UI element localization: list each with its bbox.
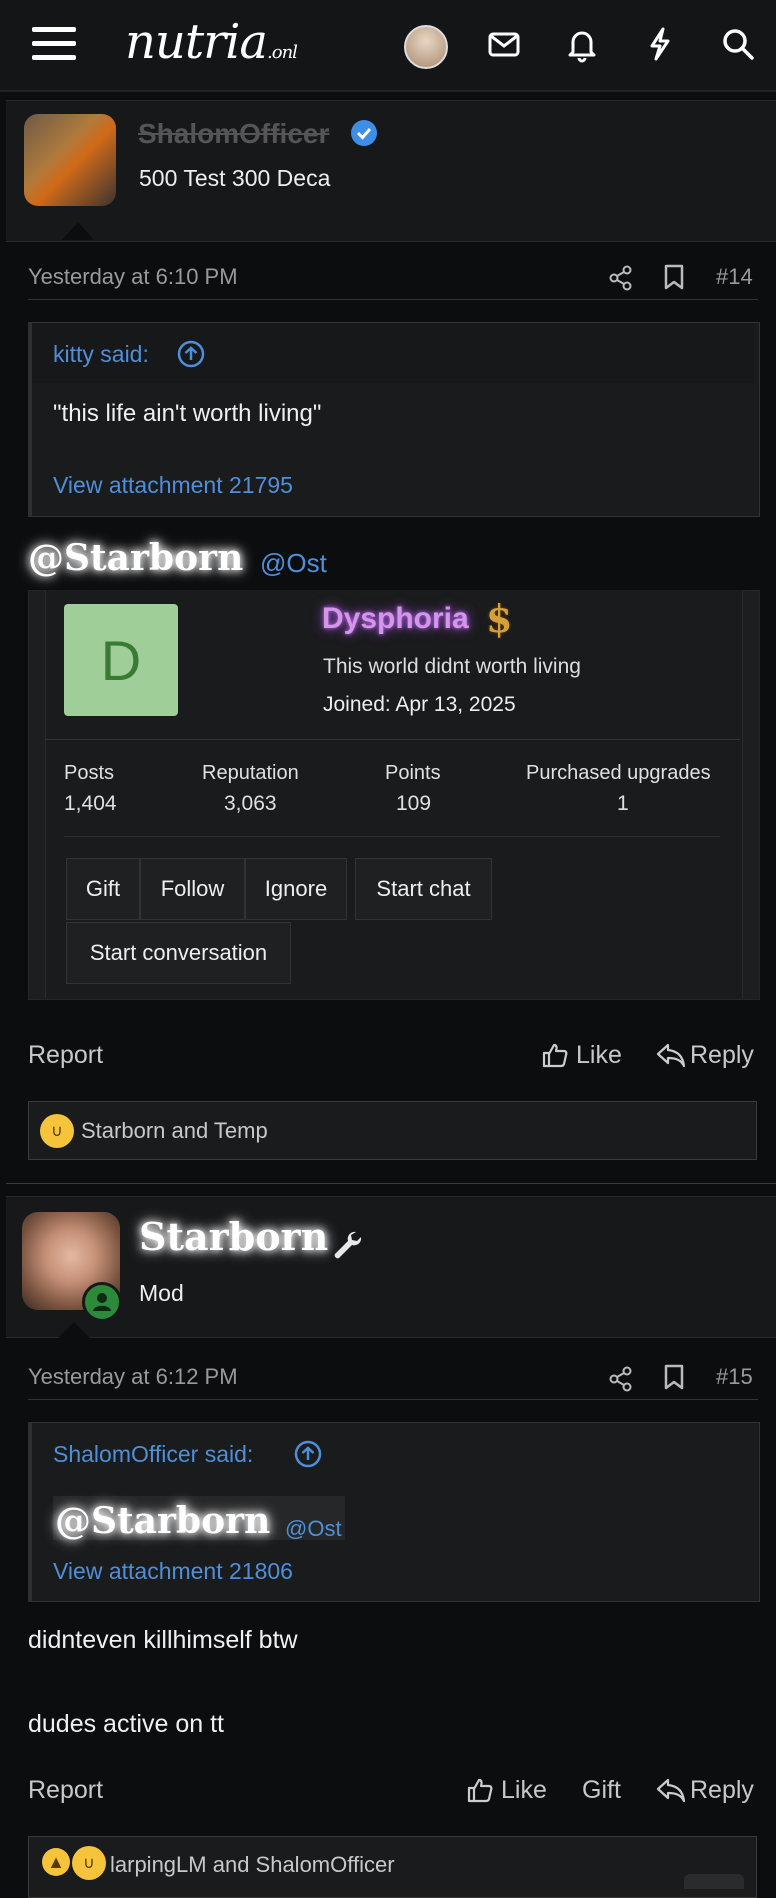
menu-icon[interactable] (32, 27, 76, 63)
dollar-badge-icon: $ (486, 596, 513, 641)
mention-starborn[interactable]: @Starborn (28, 537, 243, 579)
start-conversation-button[interactable]: Start conversation (66, 922, 291, 984)
scroll-to-top-button[interactable] (684, 1874, 744, 1889)
divider (46, 739, 740, 740)
lightning-icon[interactable] (640, 24, 680, 64)
gift-button[interactable]: Gift (582, 1776, 621, 1805)
post-number[interactable]: #15 (716, 1364, 753, 1390)
arrow-up-circle-icon[interactable] (177, 340, 205, 368)
profile-status: This world didnt worth living (323, 655, 581, 678)
verified-icon (351, 120, 377, 146)
report-link[interactable]: Report (28, 1041, 103, 1070)
mention-starborn[interactable]: @Starborn (55, 1500, 270, 1542)
post-author-header (6, 100, 776, 242)
user-avatar[interactable] (24, 114, 116, 206)
quote-text: "this life ain't worth living" (53, 400, 322, 427)
post-number[interactable]: #14 (716, 264, 753, 290)
laughing-crying-emoji-icon: ∪ (72, 1846, 106, 1880)
bookmark-icon[interactable] (662, 263, 686, 291)
quote-author[interactable]: kitty said: (53, 341, 149, 368)
bell-icon[interactable] (562, 24, 602, 64)
mention-ost[interactable]: @Ost (285, 1516, 342, 1542)
profile-username[interactable]: Dysphoria (322, 602, 469, 636)
stat-reputation-value[interactable]: 3,063 (224, 792, 277, 816)
reactions-text[interactable]: Starborn and Temp (81, 1118, 268, 1144)
thumbs-up-icon[interactable] (466, 1776, 494, 1804)
gift-button[interactable]: Gift (66, 858, 140, 920)
reply-button[interactable]: Reply (690, 1776, 754, 1805)
header-arrow (62, 222, 94, 240)
like-button[interactable]: Like (501, 1776, 547, 1805)
post-text-line: didnteven killhimself btw (28, 1626, 298, 1654)
ignore-button[interactable]: Ignore (245, 858, 347, 920)
reply-icon[interactable] (656, 1777, 686, 1803)
like-button[interactable]: Like (576, 1041, 622, 1070)
post-timestamp[interactable]: Yesterday at 6:12 PM (28, 1364, 238, 1390)
divider (28, 299, 758, 300)
share-icon[interactable] (607, 1365, 635, 1393)
online-status-icon (82, 1282, 122, 1322)
wrench-icon (334, 1231, 362, 1259)
header-arrow (58, 1322, 90, 1338)
divider (28, 1399, 758, 1400)
username[interactable]: Starborn (139, 1214, 328, 1259)
stat-posts-label: Posts (64, 762, 115, 784)
stat-points-label: Points (385, 762, 441, 784)
user-title: 500 Test 300 Deca (139, 165, 331, 191)
share-icon[interactable] (607, 264, 635, 292)
reply-icon[interactable] (656, 1042, 686, 1068)
follow-button[interactable]: Follow (140, 858, 245, 920)
reactions-text[interactable]: larpingLM and ShalomOfficer (110, 1852, 395, 1878)
stat-reputation-label: Reputation (202, 762, 299, 784)
arrow-up-circle-icon[interactable] (294, 1440, 322, 1468)
site-logo[interactable]: nutria.onl (125, 14, 298, 70)
attachment-link[interactable]: View attachment 21795 (53, 472, 293, 499)
thumbs-up-emoji-icon: ▲ (42, 1848, 70, 1876)
report-link[interactable]: Report (28, 1776, 103, 1805)
post-timestamp[interactable]: Yesterday at 6:10 PM (28, 264, 238, 290)
mention-ost[interactable]: @Ost (260, 548, 327, 579)
start-chat-button[interactable]: Start chat (355, 858, 492, 920)
bookmark-icon[interactable] (662, 1363, 686, 1391)
user-title: Mod (139, 1280, 184, 1306)
username[interactable]: ShalomOfficer (138, 118, 329, 150)
post-author-header (6, 1196, 776, 1338)
post-text-line: dudes active on tt (28, 1710, 224, 1738)
divider (64, 836, 720, 837)
profile-avatar[interactable]: D (64, 604, 178, 716)
quote-author[interactable]: ShalomOfficer said: (53, 1441, 253, 1468)
stat-upgrades-label: Purchased upgrades (526, 762, 711, 784)
profile-joined: Joined: Apr 13, 2025 (323, 693, 516, 716)
stat-upgrades-value[interactable]: 1 (617, 792, 629, 816)
inbox-icon[interactable] (484, 24, 524, 64)
stat-posts-value[interactable]: 1,404 (64, 792, 117, 816)
thumbs-up-icon[interactable] (541, 1041, 569, 1069)
stat-points-value[interactable]: 109 (396, 792, 431, 816)
search-icon[interactable] (718, 24, 758, 64)
post-separator (6, 1183, 776, 1184)
attachment-link[interactable]: View attachment 21806 (53, 1558, 293, 1585)
account-avatar[interactable] (404, 25, 448, 69)
reply-button[interactable]: Reply (690, 1041, 754, 1070)
laughing-crying-emoji-icon: ∪ (40, 1114, 74, 1148)
